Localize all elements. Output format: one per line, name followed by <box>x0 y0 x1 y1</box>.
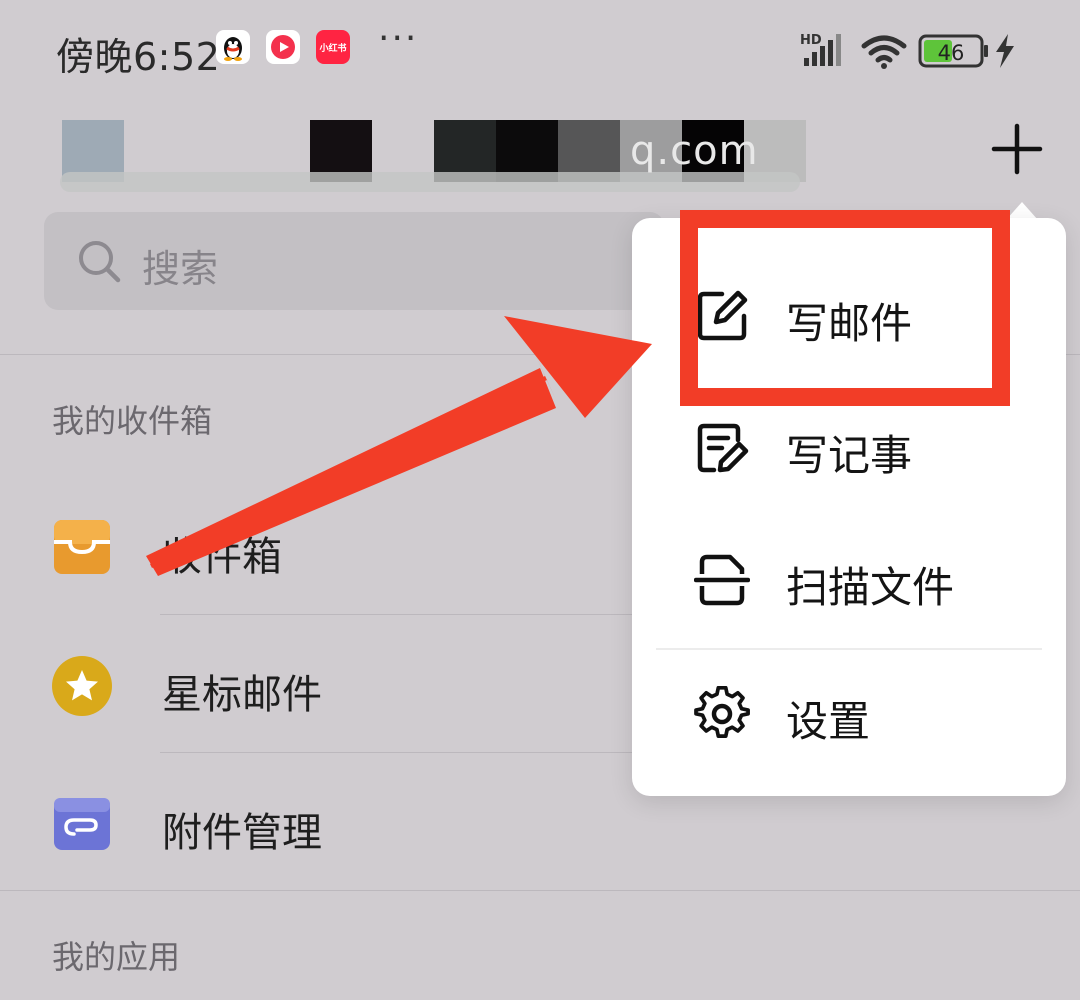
search-placeholder: 搜索 <box>142 247 219 291</box>
scan-icon <box>694 554 750 606</box>
attachment-icon <box>54 798 110 850</box>
note-icon <box>697 423 749 473</box>
list-item-attachments[interactable]: 附件管理 <box>0 764 640 884</box>
wifi-icon <box>861 35 907 69</box>
inbox-tray-icon <box>54 520 110 574</box>
menu-item-settings[interactable]: 设置 <box>632 648 1066 778</box>
status-time: 傍晚6:52 <box>56 35 221 79</box>
more-notifications-indicator: ··· <box>378 18 419 59</box>
list-item-inbox[interactable]: 收件箱 <box>0 488 640 608</box>
account-address-tail: q.com <box>630 128 759 174</box>
xiaohongshu-badge-label: 小红书 <box>319 43 347 54</box>
search-icon <box>79 241 121 283</box>
battery-level-text: 46 <box>938 41 965 65</box>
list-item-label: 收件箱 <box>162 534 282 580</box>
divider <box>160 752 640 753</box>
account-switcher[interactable]: q.com <box>0 110 1080 200</box>
divider <box>160 614 640 615</box>
video-app-icon <box>266 30 300 64</box>
annotation-highlight-box <box>680 210 1010 406</box>
menu-item-label: 扫描文件 <box>786 563 955 612</box>
battery-icon: 46 <box>918 34 988 68</box>
menu-item-label: 设置 <box>786 697 871 746</box>
account-underline-smear <box>60 172 800 192</box>
status-bar: 傍晚6:52 小红书 ··· HD 46 <box>0 0 1080 100</box>
plus-button[interactable] <box>986 118 1048 180</box>
search-input[interactable]: 搜索 <box>44 212 664 310</box>
menu-item-label: 写记事 <box>786 431 913 480</box>
signal-wifi-battery-icons: HD 46 <box>800 33 1014 69</box>
status-right-group: HD 46 <box>800 30 1030 70</box>
menu-item-scan[interactable]: 扫描文件 <box>632 514 1066 644</box>
apps-section-title: 我的应用 <box>52 938 181 976</box>
star-icon <box>52 656 112 716</box>
plus-icon <box>991 123 1043 175</box>
gear-icon <box>694 686 750 738</box>
network-type-label: HD <box>800 33 822 48</box>
qq-app-icon <box>216 30 250 64</box>
divider <box>0 890 1080 891</box>
xiaohongshu-app-icon: 小红书 <box>316 30 350 64</box>
list-item-label: 附件管理 <box>162 810 322 856</box>
inbox-section-title: 我的收件箱 <box>52 402 213 440</box>
list-item-label: 星标邮件 <box>162 672 322 718</box>
list-item-starred[interactable]: 星标邮件 <box>0 626 640 746</box>
charging-bolt-icon <box>996 34 1014 68</box>
